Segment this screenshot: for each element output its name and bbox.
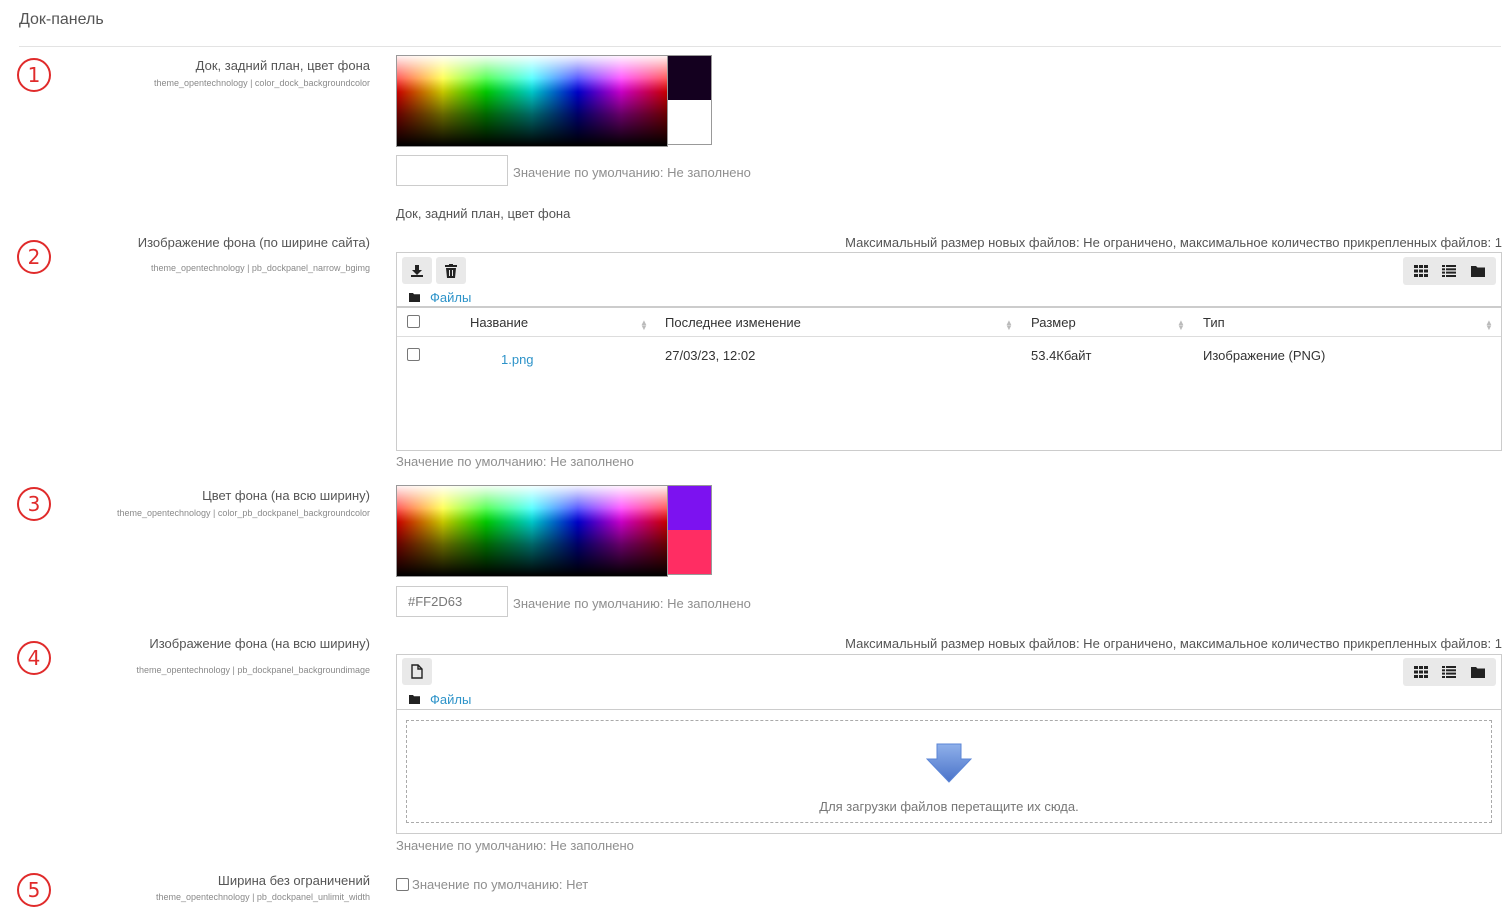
unlimit-width-checkbox[interactable] <box>396 878 409 891</box>
setting-label-narrow-bgimg: Изображение фона (по ширине сайта) <box>137 235 370 250</box>
sort-indicator[interactable]: ▲ ▼ <box>1005 319 1013 332</box>
color-swatch-preview <box>667 55 712 145</box>
column-header-size[interactable]: Размер <box>1031 315 1076 330</box>
setting-key-unlimit-width: theme_opentechnology | pb_dockpanel_unli… <box>156 892 370 902</box>
drop-arrow-icon <box>926 743 972 783</box>
setting-key-narrow-bgimg: theme_opentechnology | pb_dockpanel_narr… <box>151 263 370 273</box>
section-divider <box>19 46 1501 47</box>
color-picker-canvas[interactable] <box>396 55 668 147</box>
tree-view-icon[interactable] <box>1470 265 1485 277</box>
select-all-checkbox[interactable] <box>407 315 420 328</box>
file-table: Название ▲ ▼ Последнее изменение ▲ ▼ Разме… <box>396 307 1502 451</box>
color-picker-canvas[interactable] <box>396 485 668 577</box>
annotation-marker-2: 2 <box>17 240 51 274</box>
view-switcher <box>1403 257 1496 285</box>
default-value-text: Значение по умолчанию: Не заполнено <box>513 165 751 180</box>
color-value-input[interactable] <box>396 155 508 186</box>
folder-icon <box>409 293 420 302</box>
color-value-input[interactable]: #FF2D63 <box>396 586 508 617</box>
default-value-text: Значение по умолчанию: Не заполнено <box>396 454 634 469</box>
swatch-current-color <box>668 530 711 574</box>
swatch-current-color <box>668 100 711 144</box>
file-limits-text: Максимальный размер новых файлов: Не огр… <box>845 636 1502 651</box>
column-header-type[interactable]: Тип <box>1203 315 1225 330</box>
list-view-icon[interactable] <box>1442 265 1457 277</box>
view-switcher <box>1403 658 1496 686</box>
drop-zone[interactable]: Для загрузки файлов перетащите их сюда. <box>406 720 1492 823</box>
filepicker-toolbar: Файлы <box>396 654 1502 710</box>
file-modified: 27/03/23, 12:02 <box>665 348 756 363</box>
sort-indicator[interactable]: ▲ ▼ <box>1177 319 1185 332</box>
setting-label-dock-bgcolor: Док, задний план, цвет фона <box>195 58 370 73</box>
file-size: 53.4Кбайт <box>1031 348 1092 363</box>
row-checkbox[interactable] <box>407 348 420 361</box>
file-limits-text: Максимальный размер новых файлов: Не огр… <box>845 235 1502 250</box>
file-icon <box>411 664 423 679</box>
default-value-text: Значение по умолчанию: Нет <box>412 877 589 892</box>
filepicker-toolbar: Файлы <box>396 252 1502 307</box>
setting-key-pb-bgimage: theme_opentechnology | pb_dockpanel_back… <box>136 665 370 675</box>
download-icon <box>411 264 423 277</box>
grid-view-icon[interactable] <box>1414 265 1429 277</box>
column-header-name[interactable]: Название <box>470 315 528 330</box>
setting-label-pb-bgcolor: Цвет фона (на всю ширину) <box>202 488 370 503</box>
drop-zone-text: Для загрузки файлов перетащите их сюда. <box>819 799 1079 814</box>
tree-view-icon[interactable] <box>1470 666 1485 678</box>
swatch-new-color <box>668 486 711 530</box>
setting-key-dock-bgcolor: theme_opentechnology | color_dock_backgr… <box>154 78 370 88</box>
setting-label-pb-bgimage: Изображение фона (на всю ширину) <box>149 636 370 651</box>
sort-indicator[interactable]: ▲ ▼ <box>1485 319 1493 332</box>
trash-icon <box>445 263 457 278</box>
setting-description: Док, задний план, цвет фона <box>396 206 571 221</box>
grid-view-icon[interactable] <box>1414 666 1429 678</box>
file-type: Изображение (PNG) <box>1203 348 1326 363</box>
annotation-marker-4: 4 <box>17 641 51 675</box>
default-value-text: Значение по умолчанию: Не заполнено <box>513 596 751 611</box>
sort-indicator[interactable]: ▲ ▼ <box>640 319 648 332</box>
path-link-files[interactable]: Файлы <box>430 290 471 305</box>
setting-label-unlimit-width: Ширина без ограничений <box>217 873 370 888</box>
folder-icon <box>409 695 420 704</box>
color-swatch-preview <box>667 485 712 575</box>
table-header-divider <box>397 336 1501 337</box>
add-file-button[interactable] <box>402 658 432 685</box>
list-view-icon[interactable] <box>1442 666 1457 678</box>
file-drop-area[interactable]: Для загрузки файлов перетащите их сюда. <box>396 709 1502 834</box>
column-header-modified[interactable]: Последнее изменение <box>665 315 801 330</box>
annotation-marker-1: 1 <box>17 58 51 92</box>
table-row[interactable]: 1.png 27/03/23, 12:02 53.4Кбайт Изображе… <box>397 341 1501 375</box>
delete-button[interactable] <box>436 257 466 284</box>
swatch-new-color <box>668 56 711 100</box>
path-link-files[interactable]: Файлы <box>430 692 471 707</box>
file-name-link[interactable]: 1.png <box>501 352 534 367</box>
section-title: Док-панель <box>19 11 104 28</box>
download-button[interactable] <box>402 257 432 284</box>
annotation-marker-3: 3 <box>17 487 51 521</box>
default-value-text: Значение по умолчанию: Не заполнено <box>396 838 634 853</box>
setting-key-pb-bgcolor: theme_opentechnology | color_pb_dockpane… <box>116 508 370 518</box>
annotation-marker-5: 5 <box>17 873 51 907</box>
